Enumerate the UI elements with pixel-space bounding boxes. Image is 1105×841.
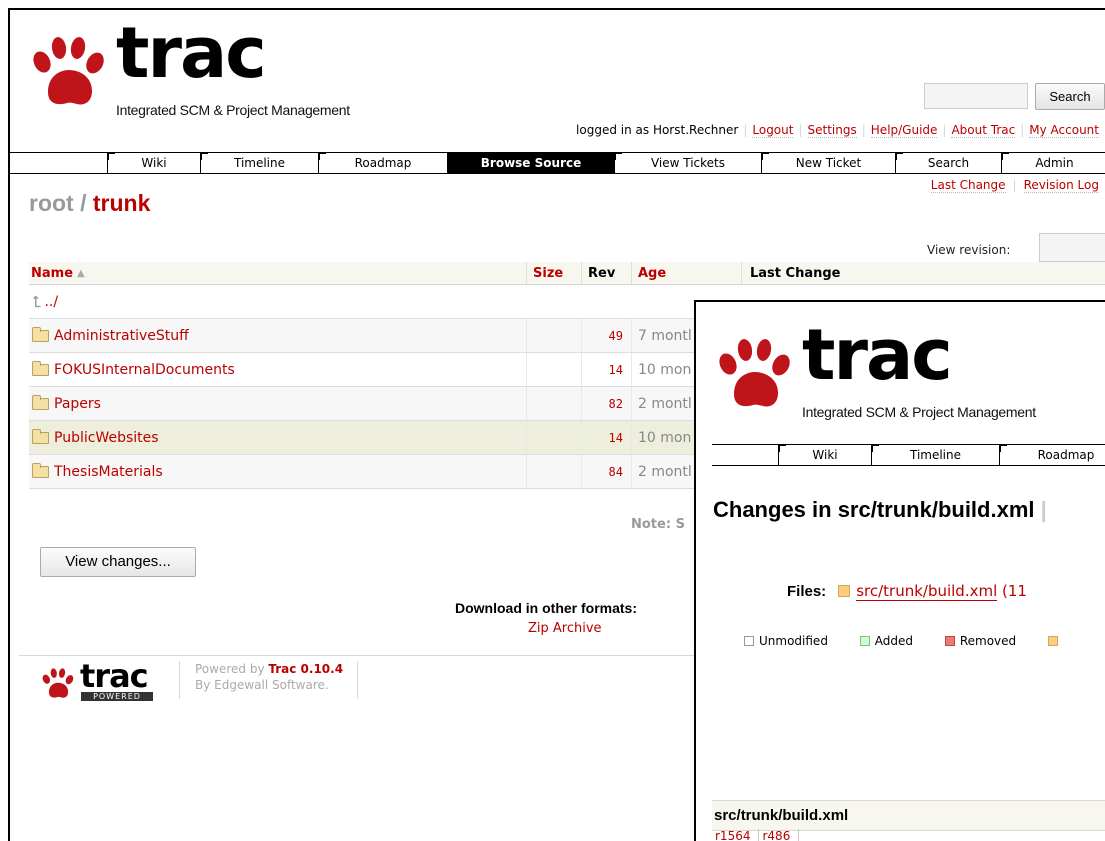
tab-view-tickets[interactable]: View Tickets bbox=[614, 153, 761, 173]
rev-column-header[interactable]: Rev bbox=[581, 262, 631, 284]
page-title: Changes in src/trunk/build.xml | bbox=[713, 497, 1047, 522]
parent-directory-link[interactable]: ../ bbox=[44, 294, 58, 310]
file-diff-header: src/trunk/build.xml bbox=[712, 800, 1105, 831]
parent-directory-icon: ⮤ bbox=[32, 291, 42, 311]
diff-legend: Unmodified Added Removed bbox=[744, 634, 1091, 648]
powered-by-text: Powered by Trac 0.10.4 By Edgewall Softw… bbox=[179, 661, 359, 699]
note-text: Note: S bbox=[631, 517, 685, 532]
footer-divider bbox=[19, 655, 699, 656]
breadcrumb: root / trunk bbox=[29, 190, 150, 217]
size-column-header[interactable]: Size bbox=[526, 262, 581, 284]
logout-link[interactable]: Logout bbox=[752, 123, 794, 138]
footer-wordmark: trac bbox=[80, 657, 149, 695]
revision-links: r1564 r486 bbox=[712, 829, 800, 841]
tab-wiki[interactable]: Wiki bbox=[107, 153, 200, 173]
changeset-path: src/trunk/build.xml bbox=[837, 497, 1035, 522]
tab-timeline[interactable]: Timeline bbox=[871, 445, 999, 465]
folder-icon bbox=[32, 428, 49, 444]
help-guide-link[interactable]: Help/Guide bbox=[870, 123, 938, 138]
folder-icon bbox=[32, 360, 49, 376]
added-swatch-icon bbox=[859, 636, 870, 646]
settings-link[interactable]: Settings bbox=[807, 123, 857, 138]
tab-roadmap[interactable]: Roadmap bbox=[318, 153, 447, 173]
table-header: Name ▲ Size Rev Age Last Change bbox=[29, 262, 1105, 285]
age-column-header[interactable]: Age bbox=[631, 262, 741, 284]
changeset-window: trac Integrated SCM & Project Management… bbox=[694, 300, 1105, 841]
rev-link[interactable]: r486 bbox=[759, 829, 800, 841]
rev-link[interactable]: 49 bbox=[609, 329, 623, 343]
logged-in-label: logged in as Horst.Rechner bbox=[576, 123, 739, 137]
rev-link[interactable]: 14 bbox=[609, 431, 623, 445]
tab-wiki[interactable]: Wiki bbox=[778, 445, 871, 465]
trac-powered-logo[interactable]: trac POWERED bbox=[40, 657, 162, 701]
files-label: Files: bbox=[787, 583, 827, 600]
file-link[interactable]: src/trunk/build.xml bbox=[856, 582, 998, 601]
my-account-link[interactable]: My Account bbox=[1029, 123, 1099, 138]
entry-link[interactable]: PublicWebsites bbox=[54, 430, 159, 446]
tab-timeline[interactable]: Timeline bbox=[200, 153, 318, 173]
rev-link[interactable]: r1564 bbox=[712, 829, 760, 841]
tab-admin[interactable]: Admin bbox=[1001, 153, 1105, 173]
main-navigation: Wiki Timeline Roadmap Browse Source View… bbox=[10, 152, 1105, 174]
revision-log-link[interactable]: Revision Log bbox=[1023, 178, 1099, 193]
folder-icon bbox=[32, 326, 49, 342]
meta-navigation: logged in as Horst.Rechner | Logout | Settin… bbox=[576, 123, 1099, 138]
entry-link[interactable]: ThesisMaterials bbox=[54, 464, 163, 480]
paw-icon bbox=[719, 339, 790, 407]
modified-swatch-icon bbox=[1047, 636, 1058, 646]
entry-link[interactable]: AdministrativeStuff bbox=[54, 328, 189, 344]
search-input[interactable] bbox=[924, 83, 1028, 109]
files-summary: Files: src/trunk/build.xml (11 bbox=[787, 582, 1027, 601]
tab-browse-source[interactable]: Browse Source bbox=[447, 153, 614, 173]
trac-logo[interactable]: trac Integrated SCM & Project Management bbox=[24, 12, 350, 122]
powered-badge: POWERED bbox=[81, 692, 153, 701]
trac-version-link[interactable]: Trac 0.10.4 bbox=[268, 662, 343, 676]
unmodified-swatch-icon bbox=[744, 636, 754, 646]
main-navigation: Wiki Timeline Roadmap bbox=[712, 444, 1105, 466]
download-formats-label: Download in other formats: bbox=[455, 600, 637, 616]
modified-file-icon bbox=[838, 585, 851, 597]
rev-link[interactable]: 14 bbox=[609, 363, 623, 377]
paw-icon bbox=[33, 37, 104, 105]
entry-link[interactable]: Papers bbox=[54, 396, 101, 412]
edgewall-link[interactable]: Edgewall Software bbox=[214, 678, 325, 692]
trac-logo[interactable]: trac Integrated SCM & Project Management bbox=[710, 314, 1040, 424]
zip-archive-link[interactable]: Zip Archive bbox=[528, 621, 602, 636]
legend-added: Added bbox=[859, 634, 913, 648]
name-column-header[interactable]: Name ▲ bbox=[29, 262, 526, 284]
logo-subtitle: Integrated SCM & Project Management bbox=[116, 102, 350, 118]
view-revision-input[interactable] bbox=[1039, 233, 1105, 262]
tab-new-ticket[interactable]: New Ticket bbox=[761, 153, 895, 173]
paw-icon bbox=[42, 668, 74, 698]
view-changes-button[interactable]: View changes... bbox=[40, 547, 196, 577]
logo-wordmark: trac bbox=[116, 12, 267, 94]
legend-unmodified: Unmodified bbox=[744, 634, 828, 648]
tab-roadmap[interactable]: Roadmap bbox=[999, 445, 1105, 465]
legend-modified bbox=[1047, 634, 1063, 648]
folder-icon bbox=[32, 394, 49, 410]
last-change-link[interactable]: Last Change bbox=[930, 178, 1006, 193]
last-change-column-header: Last Change bbox=[741, 262, 1105, 284]
entry-link[interactable]: FOKUSInternalDocuments bbox=[54, 362, 235, 378]
about-trac-link[interactable]: About Trac bbox=[951, 123, 1016, 138]
legend-removed: Removed bbox=[944, 634, 1016, 648]
sort-ascending-icon: ▲ bbox=[77, 267, 85, 279]
removed-swatch-icon bbox=[944, 636, 955, 646]
folder-icon bbox=[32, 462, 49, 478]
context-navigation: Last Change | Revision Log bbox=[930, 178, 1099, 193]
logo-subtitle: Integrated SCM & Project Management bbox=[802, 404, 1036, 420]
breadcrumb-separator: / bbox=[73, 190, 93, 216]
rev-link[interactable]: 82 bbox=[609, 397, 623, 411]
breadcrumb-root[interactable]: root bbox=[29, 190, 74, 216]
view-revision-label: View revision: bbox=[927, 243, 1011, 257]
logo-wordmark: trac bbox=[802, 314, 953, 396]
rev-link[interactable]: 84 bbox=[609, 465, 623, 479]
breadcrumb-current[interactable]: trunk bbox=[93, 190, 151, 216]
search-button[interactable]: Search bbox=[1035, 83, 1105, 110]
tab-search[interactable]: Search bbox=[895, 153, 1001, 173]
